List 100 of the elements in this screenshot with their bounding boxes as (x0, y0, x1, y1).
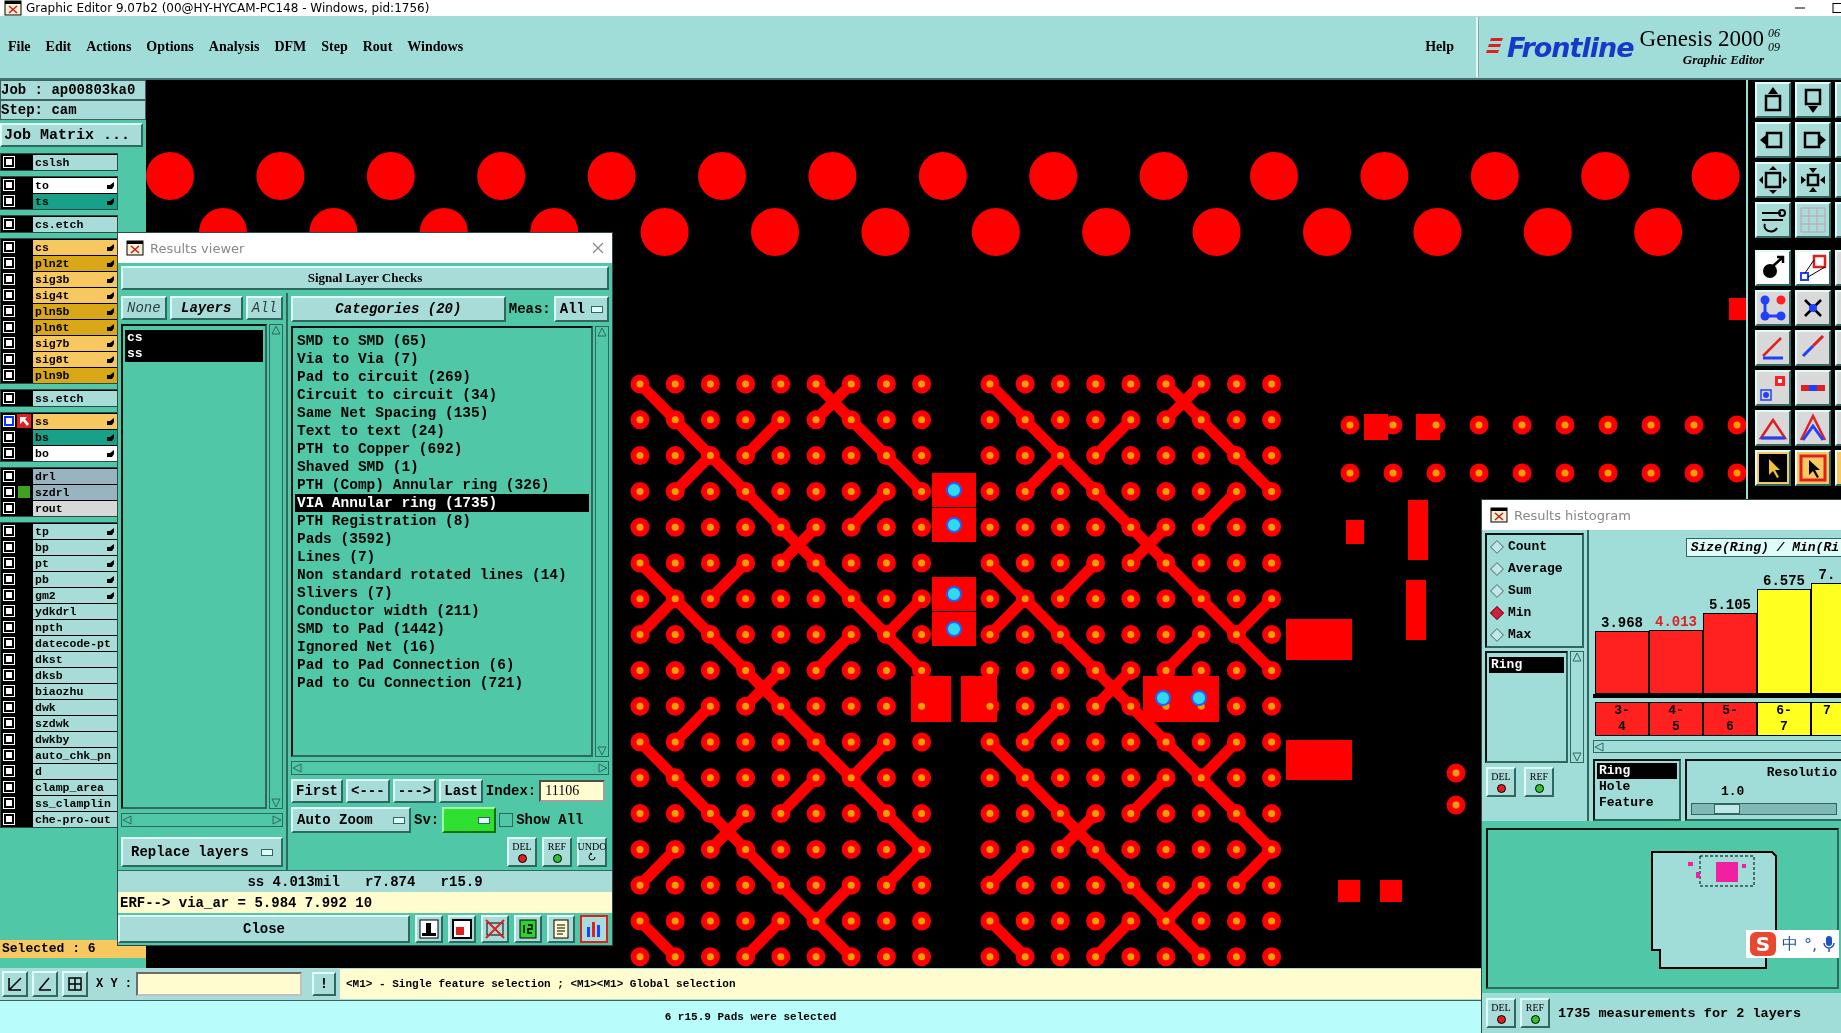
layer-item[interactable]: d (33, 763, 117, 779)
layer-checkbox[interactable] (4, 574, 14, 584)
category-item[interactable]: Pads (3592) (295, 530, 589, 548)
layer-item[interactable]: pln2t (33, 255, 117, 271)
layer-item[interactable]: pln5b (33, 303, 117, 319)
job-matrix-button[interactable]: Job Matrix ... (0, 123, 143, 147)
layer-item[interactable]: drl (33, 468, 117, 484)
layer-item[interactable]: auto_chk_pn (33, 747, 117, 763)
category-item[interactable]: Slivers (7) (295, 584, 589, 602)
layer-checkbox[interactable] (4, 196, 14, 206)
scroll-arrow-icon[interactable] (1594, 741, 1604, 752)
scroll-arrow-icon[interactable] (1572, 752, 1582, 762)
layer-item[interactable]: ts (33, 193, 117, 209)
category-item[interactable]: Non standard rotated lines (14) (295, 566, 589, 584)
layer-item[interactable]: gm2 (33, 587, 117, 603)
layer-item[interactable]: sig4t (33, 287, 117, 303)
category-item[interactable]: Circuit to circuit (34) (295, 386, 589, 404)
radio-option[interactable]: Sum (1489, 583, 1580, 598)
layer-item[interactable]: bo (33, 445, 117, 461)
maximize-icon[interactable] (1829, 3, 1841, 13)
layer-checkbox[interactable] (4, 622, 14, 632)
layer-checkbox[interactable] (4, 290, 14, 300)
radio-option[interactable]: Average (1489, 561, 1580, 576)
action-button[interactable]: REF (1520, 998, 1550, 1028)
category-item[interactable]: Ignored Net (16) (295, 638, 589, 656)
layer-checkbox[interactable] (4, 219, 14, 229)
layer-checkbox[interactable] (4, 258, 14, 268)
scrollbar[interactable] (1570, 651, 1584, 763)
nav-button[interactable]: First (291, 779, 343, 803)
menu-item[interactable]: Rout (362, 39, 393, 55)
layer-checkbox[interactable] (4, 606, 14, 616)
layer-checkbox[interactable] (4, 448, 14, 458)
menu-item[interactable]: Analysis (208, 39, 260, 55)
action-button[interactable]: REF (542, 837, 572, 867)
index-field[interactable]: 11106 (539, 780, 606, 802)
list-item[interactable]: Feature (1597, 795, 1677, 811)
ime-mode[interactable]: 中 (1782, 933, 1798, 955)
category-item[interactable]: Pad to circuit (269) (295, 368, 589, 386)
category-item[interactable]: Same Net Spacing (135) (295, 404, 589, 422)
layer-checkbox[interactable] (4, 558, 14, 568)
layer-checkbox[interactable] (4, 718, 14, 728)
category-item[interactable]: PTH Registration (8) (295, 512, 589, 530)
filter-button[interactable]: All (245, 296, 283, 320)
action-button[interactable]: DEL (1486, 998, 1516, 1028)
layer-item[interactable]: dwk (33, 699, 117, 715)
category-item[interactable]: PTH to Copper (692) (295, 440, 589, 458)
category-item[interactable]: Conductor width (211) (295, 602, 589, 620)
layer-item[interactable]: rout (33, 500, 117, 516)
layer-list-item[interactable]: ss (125, 346, 263, 362)
exclamation-button[interactable]: ! (312, 972, 336, 996)
category-item[interactable]: SMD to Pad (1442) (295, 620, 589, 638)
category-item[interactable]: Via to Via (7) (295, 350, 589, 368)
layer-checkbox[interactable] (4, 670, 14, 680)
layer-checkbox[interactable] (4, 306, 14, 316)
list-item[interactable]: Ring (1597, 763, 1677, 779)
category-item[interactable]: Shaved SMD (1) (295, 458, 589, 476)
color-dropdown[interactable] (442, 807, 497, 833)
layer-item[interactable]: che-pro-out (33, 811, 117, 827)
action-button[interactable]: DEL (507, 837, 537, 867)
layer-checkbox[interactable] (4, 338, 14, 348)
layer-item[interactable]: dwkby (33, 731, 117, 747)
radio-option[interactable]: Min (1489, 605, 1580, 620)
layer-item[interactable]: npth (33, 619, 117, 635)
layer-checkbox[interactable] (4, 157, 14, 167)
layer-checkbox[interactable] (4, 542, 14, 552)
filter-button[interactable]: None (121, 296, 167, 320)
action-button[interactable]: UNDO (577, 837, 607, 867)
layer-item[interactable]: ydkdrl (33, 603, 117, 619)
layer-checkbox[interactable] (4, 686, 14, 696)
layer-item[interactable]: cs.etch (33, 216, 117, 232)
layer-checkbox[interactable] (4, 814, 14, 824)
layer-checkbox[interactable] (4, 734, 14, 744)
layer-item[interactable]: dksb (33, 667, 117, 683)
layer-item[interactable]: ss (33, 413, 117, 429)
close-icon[interactable] (592, 242, 604, 254)
layer-item[interactable]: bp (33, 539, 117, 555)
layer-item[interactable]: cslsh (33, 154, 117, 170)
scrollbar[interactable] (1593, 740, 1841, 753)
layer-checkbox[interactable] (4, 487, 14, 497)
layer-checkbox[interactable] (4, 242, 14, 252)
close-button[interactable]: Close (118, 915, 410, 943)
coordinate-field[interactable] (136, 972, 302, 996)
radio-option[interactable]: Max (1489, 627, 1580, 642)
layer-checkbox[interactable] (4, 393, 14, 403)
menu-item[interactable]: Actions (86, 39, 132, 55)
menu-item[interactable]: Step (321, 39, 348, 55)
menu-item[interactable]: Edit (45, 39, 72, 55)
menu-item[interactable]: Windows (407, 39, 464, 55)
layer-item[interactable]: tp (33, 523, 117, 539)
layer-item[interactable]: sig7b (33, 335, 117, 351)
layer-checkbox[interactable] (4, 766, 14, 776)
show-all-checkbox[interactable] (499, 813, 514, 827)
nav-button[interactable]: Last (439, 779, 483, 803)
layer-checkbox[interactable] (4, 526, 14, 536)
layer-item[interactable]: pln6t (33, 319, 117, 335)
nav-button[interactable]: <--- (346, 779, 390, 803)
layer-item[interactable]: bs (33, 429, 117, 445)
layer-item[interactable]: dkst (33, 651, 117, 667)
scroll-arrow-icon[interactable] (1572, 652, 1582, 662)
action-button[interactable]: DEL (1486, 767, 1516, 797)
